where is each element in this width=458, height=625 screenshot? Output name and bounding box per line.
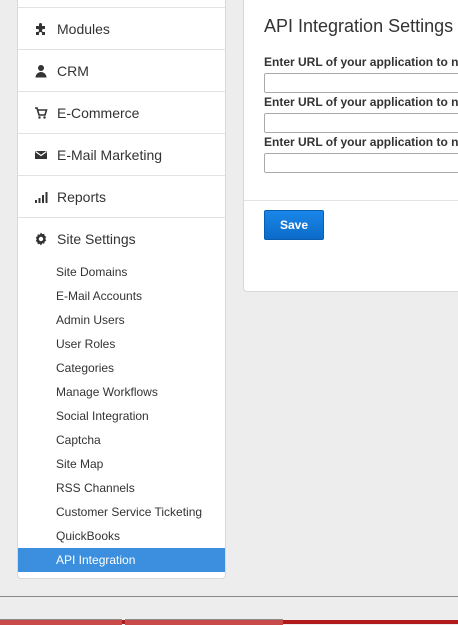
url-input-1[interactable] bbox=[264, 73, 458, 93]
user-icon bbox=[33, 63, 49, 79]
submenu-item-site-domains[interactable]: Site Domains bbox=[18, 260, 225, 284]
divider bbox=[244, 200, 458, 201]
url-input-2[interactable] bbox=[264, 113, 458, 133]
submenu-item-admin-users[interactable]: Admin Users bbox=[18, 308, 225, 332]
submenu-item-manage-workflows[interactable]: Manage Workflows bbox=[18, 380, 225, 404]
taskbar-tab[interactable] bbox=[0, 619, 122, 625]
sidebar-item-label: E-Commerce bbox=[57, 104, 140, 121]
submenu-item-rss-channels[interactable]: RSS Channels bbox=[18, 476, 225, 500]
taskbar-tab[interactable] bbox=[125, 619, 283, 625]
gear-icon bbox=[33, 231, 49, 247]
submenu-item-quickbooks[interactable]: QuickBooks bbox=[18, 524, 225, 548]
divider bbox=[0, 596, 458, 597]
submenu-item-email-accounts[interactable]: E-Mail Accounts bbox=[18, 284, 225, 308]
submenu-item-site-map[interactable]: Site Map bbox=[18, 452, 225, 476]
sidebar-item-label: Site Settings bbox=[57, 231, 136, 247]
sidebar-item-site-settings[interactable]: Site Settings bbox=[18, 218, 225, 260]
cart-icon bbox=[33, 105, 49, 121]
sidebar-item-reports[interactable]: Reports bbox=[18, 176, 225, 218]
sidebar-item-top[interactable] bbox=[18, 0, 225, 8]
puzzle-icon bbox=[33, 21, 49, 37]
sidebar-item-crm[interactable]: CRM bbox=[18, 50, 225, 92]
sidebar-item-label: Modules bbox=[57, 20, 110, 37]
save-button[interactable]: Save bbox=[264, 210, 324, 240]
envelope-icon bbox=[33, 147, 49, 163]
sidebar-item-label: Reports bbox=[57, 188, 107, 205]
sidebar-item-label: CRM bbox=[57, 62, 89, 79]
field-label: Enter URL of your application to n bbox=[264, 55, 458, 69]
sidebar-item-email-marketing[interactable]: E-Mail Marketing bbox=[18, 134, 225, 176]
submenu-item-captcha[interactable]: Captcha bbox=[18, 428, 225, 452]
sidebar-item-ecommerce[interactable]: E-Commerce bbox=[18, 92, 225, 134]
settings-panel: API Integration Settings Enter URL of yo… bbox=[243, 0, 458, 292]
field-label: Enter URL of your application to n bbox=[264, 135, 458, 149]
bar-chart-icon bbox=[33, 189, 49, 205]
site-settings-submenu: Site Domains E-Mail Accounts Admin Users… bbox=[18, 260, 225, 572]
submenu-item-categories[interactable]: Categories bbox=[18, 356, 225, 380]
submenu-item-customer-service-ticketing[interactable]: Customer Service Ticketing bbox=[18, 500, 225, 524]
sidebar-item-label: E-Mail Marketing bbox=[57, 146, 163, 163]
field-label: Enter URL of your application to n bbox=[264, 95, 458, 109]
submenu-item-social-integration[interactable]: Social Integration bbox=[18, 404, 225, 428]
url-input-3[interactable] bbox=[264, 153, 458, 173]
submenu-item-api-integration[interactable]: API Integration bbox=[18, 548, 225, 572]
sidebar: Modules CRM E-Commerce E-Mail Marketing … bbox=[17, 0, 226, 579]
page-title: API Integration Settings bbox=[264, 16, 454, 36]
submenu-item-user-roles[interactable]: User Roles bbox=[18, 332, 225, 356]
sidebar-item-modules[interactable]: Modules bbox=[18, 8, 225, 50]
